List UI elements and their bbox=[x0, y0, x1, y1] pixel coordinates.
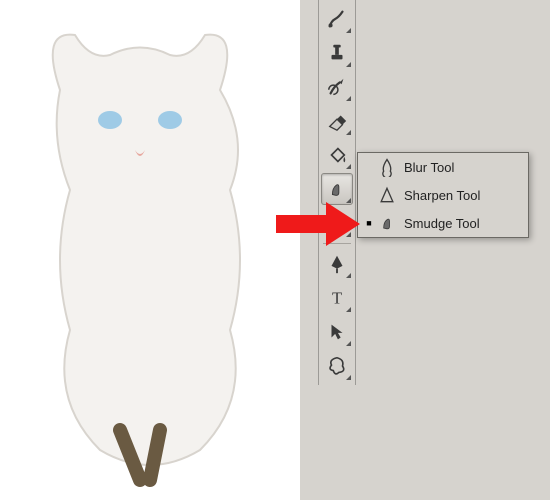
flyout-item-smudge[interactable]: ■ Smudge Tool bbox=[358, 209, 528, 237]
flyout-indicator-icon bbox=[346, 96, 351, 101]
custom-shape-tool[interactable] bbox=[321, 350, 353, 382]
clone-stamp-tool[interactable] bbox=[321, 37, 353, 69]
finger-icon bbox=[374, 213, 400, 233]
flyout-item-label: Blur Tool bbox=[400, 160, 522, 175]
red-arrow-annotation bbox=[276, 202, 366, 246]
flyout-item-label: Smudge Tool bbox=[400, 216, 522, 231]
flyout-indicator-icon bbox=[346, 307, 351, 312]
path-selection-tool[interactable] bbox=[321, 316, 353, 348]
flyout-indicator-icon bbox=[346, 273, 351, 278]
svg-text:T: T bbox=[332, 289, 342, 308]
flyout-indicator-icon bbox=[346, 62, 351, 67]
flyout-item-sharpen[interactable]: Sharpen Tool bbox=[358, 181, 528, 209]
history-brush-tool[interactable] bbox=[321, 71, 353, 103]
tool-flyout-menu: Blur Tool Sharpen Tool ■ Smudge Tool bbox=[357, 152, 529, 238]
pen-tool[interactable] bbox=[321, 248, 353, 280]
flyout-item-blur[interactable]: Blur Tool bbox=[358, 153, 528, 181]
flyout-item-label: Sharpen Tool bbox=[400, 188, 522, 203]
flyout-indicator-icon bbox=[346, 130, 351, 135]
canvas-image bbox=[0, 0, 300, 500]
flyout-indicator-icon bbox=[346, 375, 351, 380]
eraser-tool[interactable] bbox=[321, 105, 353, 137]
type-tool[interactable]: T bbox=[321, 282, 353, 314]
droplet-icon bbox=[374, 157, 400, 177]
flyout-indicator-icon bbox=[346, 164, 351, 169]
flyout-indicator-icon bbox=[346, 341, 351, 346]
paint-bucket-tool[interactable] bbox=[321, 139, 353, 171]
smudge-tool[interactable] bbox=[321, 173, 353, 205]
flyout-indicator-icon bbox=[346, 28, 351, 33]
triangle-icon bbox=[374, 185, 400, 205]
tools-toolbar: T bbox=[318, 0, 356, 385]
brush-tool[interactable] bbox=[321, 3, 353, 35]
